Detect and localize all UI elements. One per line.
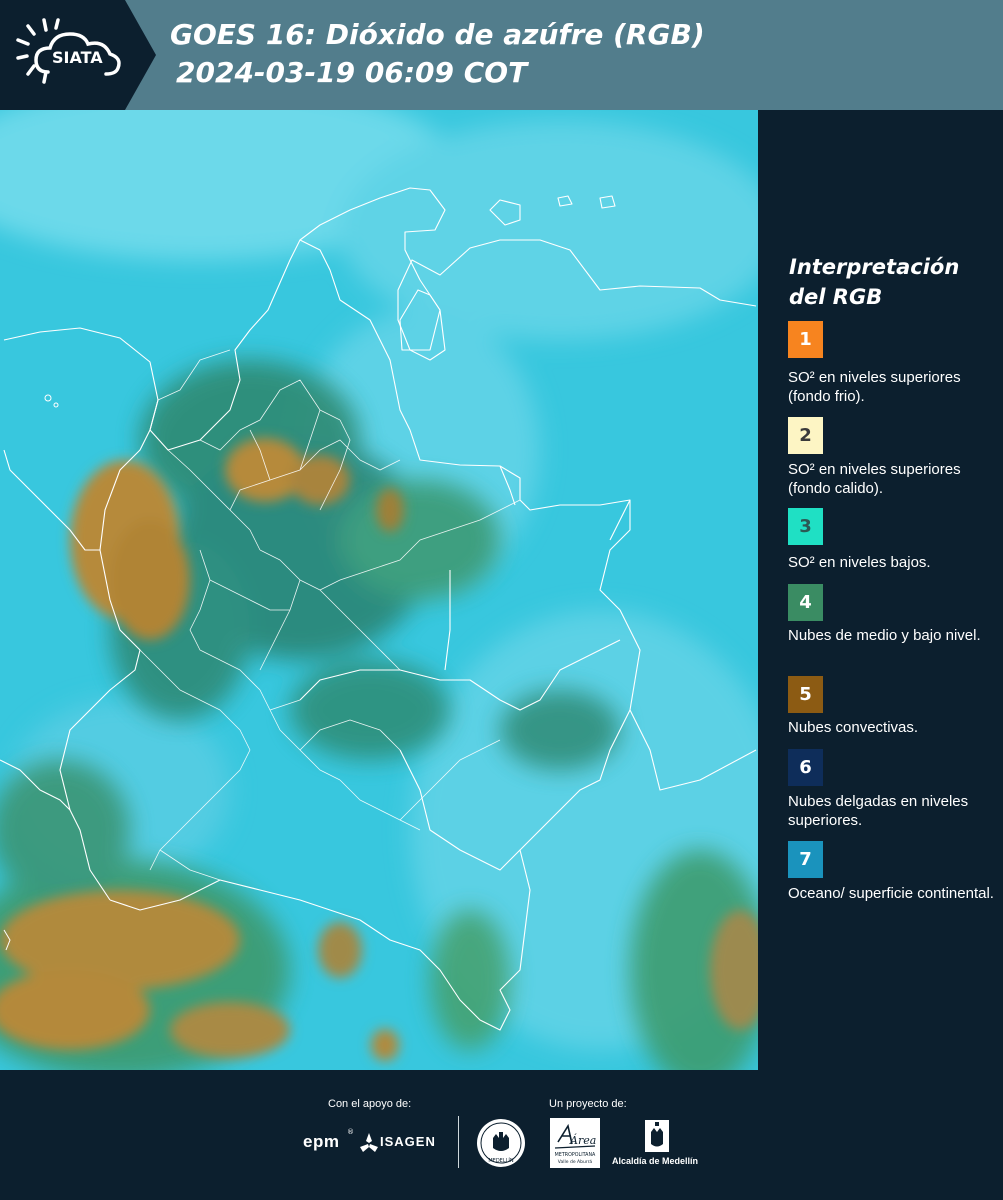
area-metropolitana-logo: Área METROPOLITANA Valle de Aburrá	[550, 1118, 600, 1168]
isagen-logo-text: ISAGEN	[380, 1134, 436, 1149]
legend-panel: Interpretación del RGB 1 SO² en niveles …	[760, 110, 1003, 1070]
legend-number: 1	[799, 329, 812, 350]
page: SIATA GOES 16: Dióxido de azúfre (RGB) 2…	[0, 0, 1003, 1200]
legend-label-6: Nubes delgadas en niveles superiores.	[788, 793, 969, 829]
legend-title: Interpretación del RGB	[789, 255, 960, 309]
area-logo-text: Área	[569, 1133, 596, 1147]
footer: Con el apoyo de: Un proyecto de: epm ® I…	[0, 1070, 1003, 1200]
legend-swatch-4: 4	[788, 584, 823, 621]
siata-logo: SIATA	[0, 0, 156, 110]
header-bar: SIATA GOES 16: Dióxido de azúfre (RGB) 2…	[0, 0, 1003, 110]
area-sub2: Valle de Aburrá	[558, 1158, 593, 1165]
satellite-image	[0, 110, 758, 1070]
legend-number: 5	[799, 684, 812, 705]
legend-number: 2	[799, 425, 812, 446]
legend-label-7: Oceano/ superficie continental.	[788, 885, 994, 902]
alcaldia-logo-text: Alcaldía de Medellín	[612, 1156, 699, 1166]
legend-label-5: Nubes convectivas.	[788, 719, 919, 736]
legend-number: 4	[799, 592, 812, 613]
legend-swatch-6: 6	[788, 749, 823, 786]
legend-label-2: SO² en niveles superiores (fondo calido)…	[788, 461, 961, 497]
legend-swatch-3: 3	[788, 508, 823, 545]
legend-number: 6	[799, 757, 812, 778]
medellin-seal-logo: MEDELLÍN	[476, 1118, 526, 1168]
siata-logo-text: SIATA	[52, 48, 103, 67]
medellin-seal-text: MEDELLÍN	[488, 1157, 514, 1164]
footer-divider	[458, 1116, 459, 1168]
legend-swatch-7: 7	[788, 841, 823, 878]
project-caption: Un proyecto de:	[549, 1098, 627, 1110]
page-title: GOES 16: Dióxido de azúfre (RGB)	[170, 18, 705, 51]
isagen-icon	[360, 1133, 378, 1152]
legend-label-4: Nubes de medio y bajo nivel.	[788, 627, 981, 644]
support-caption: Con el apoyo de:	[328, 1098, 412, 1110]
timestamp: 2024-03-19 06:09 COT	[176, 56, 528, 89]
alcaldia-logo: Alcaldía de Medellín	[610, 1118, 706, 1170]
legend-swatch-2: 2	[788, 417, 823, 454]
area-sub1: METROPOLITANA	[555, 1152, 596, 1158]
epm-logo-text: epm	[303, 1132, 340, 1151]
epm-logo: epm ®	[303, 1128, 354, 1151]
legend-number: 7	[799, 849, 812, 870]
legend-number: 3	[799, 516, 812, 537]
legend-swatch-1: 1	[788, 321, 823, 358]
legend-label-1: SO² en niveles superiores (fondo frio).	[788, 369, 961, 405]
legend-label-3: SO² en niveles bajos.	[788, 554, 931, 571]
isagen-logo: ISAGEN	[360, 1132, 440, 1154]
legend-swatch-5: 5	[788, 676, 823, 713]
satellite-map[interactable]	[0, 110, 758, 1070]
